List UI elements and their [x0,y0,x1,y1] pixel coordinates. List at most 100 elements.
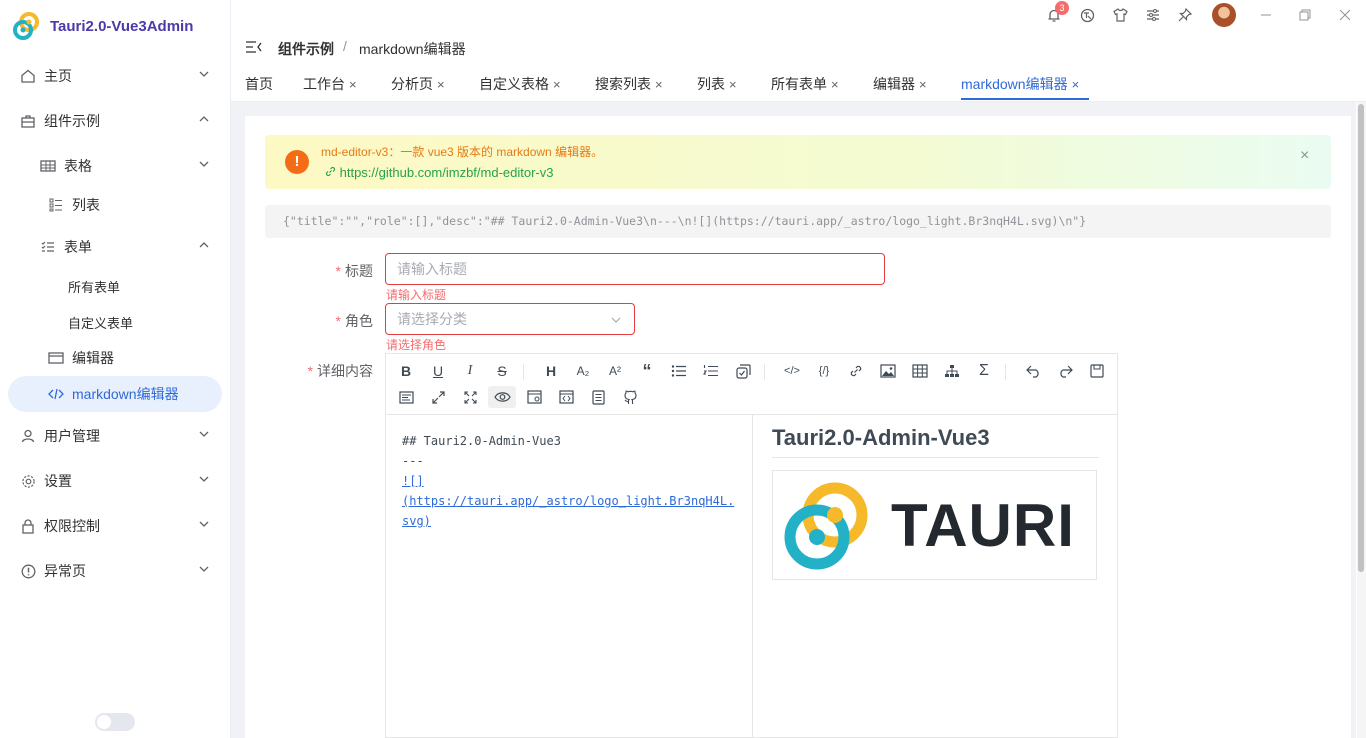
sidebar-item-error-pages[interactable]: 异常页 [0,553,230,589]
italic-icon[interactable]: I [459,360,481,382]
info-alert: ! md-editor-v3：一款 vue3 版本的 markdown 编辑器。… [265,135,1331,189]
save-icon[interactable] [1086,360,1108,382]
table-icon[interactable] [909,360,931,382]
menu-fold-icon[interactable] [245,39,263,55]
markdown-source[interactable]: ## Tauri2.0-Admin-Vue3 --- ![] (https://… [386,415,753,737]
tab-workbench[interactable]: 工作台 × [303,74,357,94]
undo-icon[interactable] [1022,360,1044,382]
ordered-list-icon[interactable] [700,360,722,382]
sidebar-item-editor[interactable]: 编辑器 [0,340,230,376]
alert-title: md-editor-v3：一款 vue3 版本的 markdown 编辑器。 [321,145,604,159]
sidebar-item-user-management[interactable]: 用户管理 [0,418,230,454]
image-icon[interactable] [877,360,899,382]
close-icon[interactable]: × [655,77,663,92]
sliders-icon[interactable] [1144,6,1162,24]
alert-link[interactable]: https://github.com/imzbf/md-editor-v3 [325,165,553,180]
bold-icon[interactable]: B [395,360,417,382]
redo-icon[interactable] [1054,360,1076,382]
close-icon[interactable]: × [1072,77,1080,92]
close-window-icon[interactable] [1336,6,1354,24]
json-preview: {"title":"","role":[],"desc":"## Tauri2.… [265,205,1331,238]
subscript-icon[interactable]: A₂ [572,360,594,382]
sidebar-item-custom-form[interactable]: 自定义表单 [0,304,230,340]
tab-custom-table[interactable]: 自定义表格 × [479,74,561,94]
github-icon[interactable] [619,386,641,408]
close-icon[interactable]: × [919,77,927,92]
tab-editor[interactable]: 编辑器 × [873,74,927,94]
title-input[interactable]: 请输入标题 [385,253,885,285]
catalog-icon[interactable] [587,386,609,408]
chevron-down-icon [199,161,209,167]
link-icon[interactable] [845,360,867,382]
sidebar-item-settings[interactable]: 设置 [0,463,230,499]
tab-all-forms[interactable]: 所有表单 × [771,74,839,94]
close-icon[interactable]: × [831,77,839,92]
sidebar-item-label: 编辑器 [72,350,114,366]
page-fullscreen-icon[interactable] [459,386,481,408]
fullscreen-icon[interactable] [427,386,449,408]
code-block-icon[interactable]: {/} [813,360,835,382]
source-line: (https://tauri.app/_astro/logo_light.Br3… [402,494,735,528]
lock-icon [20,518,36,534]
sidebar-item-home[interactable]: 主页 [0,58,230,94]
breadcrumb-parent[interactable]: 组件示例 [278,39,334,59]
pin-icon[interactable] [1176,6,1194,24]
unordered-list-icon[interactable] [668,360,690,382]
minimize-icon[interactable] [1257,6,1275,24]
sidebar-item-table[interactable]: 表格 [0,148,230,184]
sidebar-item-components[interactable]: 组件示例 [0,103,230,139]
formula-icon[interactable]: Σ [973,360,995,382]
editor-toolbar: B U I S H A₂ A² “ </> {/} Σ [386,354,1117,415]
html-preview-icon[interactable] [523,386,545,408]
chevron-down-icon [199,566,209,572]
sidebar-item-all-forms[interactable]: 所有表单 [0,268,230,304]
strikethrough-icon[interactable]: S [491,360,513,382]
restore-icon[interactable] [1296,6,1314,24]
briefcase-icon [20,113,36,129]
preview-icon[interactable] [488,386,516,408]
scrollbar-thumb[interactable] [1358,104,1364,572]
app-logo[interactable]: Tauri2.0-Vue3Admin [10,8,193,44]
toolbar-divider [764,364,765,380]
content-label-text: 详细内容 [317,363,373,379]
role-select[interactable]: 请选择分类 [385,303,635,335]
tab-list[interactable]: 列表 × [697,74,737,94]
sidebar-item-list[interactable]: 列表 [0,187,230,223]
title-error: 请输入标题 [386,288,447,302]
close-icon[interactable]: × [729,77,737,92]
tab-search-list[interactable]: 搜索列表 × [595,74,663,94]
sidebar-item-label: 主页 [44,68,72,84]
close-icon[interactable]: × [1300,147,1309,165]
preview-only-icon[interactable] [555,386,577,408]
prettier-icon[interactable] [395,386,417,408]
shirt-icon[interactable] [1111,6,1129,24]
sidebar-item-markdown-editor[interactable]: markdown编辑器 [8,376,222,412]
tab-markdown-editor[interactable]: markdown编辑器 × [961,74,1079,94]
sidebar-item-form[interactable]: 表单 [0,229,230,265]
close-icon[interactable]: × [437,77,445,92]
tab-analysis[interactable]: 分析页 × [391,74,445,94]
sidebar-item-permissions[interactable]: 权限控制 [0,508,230,544]
breadcrumb: 组件示例 / markdown编辑器 [231,30,1366,64]
tab-label: 列表 [697,76,725,92]
tab-home[interactable]: 首页 [245,74,273,94]
diagram-icon[interactable] [941,360,963,382]
task-list-icon[interactable] [732,360,754,382]
tab-label: 编辑器 [873,76,915,92]
underline-icon[interactable]: U [427,360,449,382]
superscript-icon[interactable]: A² [604,360,626,382]
theme-toggle[interactable] [95,713,135,731]
sidebar-item-label: 表格 [64,158,92,174]
avatar[interactable] [1212,3,1236,27]
app-root: Tauri2.0-Vue3Admin 主页 组件示例 表格 列表 表单 所有表单… [0,0,1366,738]
translate-icon[interactable] [1078,6,1096,24]
code-icon[interactable]: </> [781,360,803,382]
tab-bar: 首页 工作台 × 分析页 × 自定义表格 × 搜索列表 × 列表 × 所有表单 × 编辑器 ×… [231,66,1366,102]
app-title: Tauri2.0-Vue3Admin [50,17,194,35]
quote-icon[interactable]: “ [636,360,658,382]
heading-icon[interactable]: H [540,360,562,382]
title-label-text: 标题 [345,263,373,279]
close-icon[interactable]: × [553,77,561,92]
close-icon[interactable]: × [349,77,357,92]
sidebar-item-label: 用户管理 [44,428,100,444]
